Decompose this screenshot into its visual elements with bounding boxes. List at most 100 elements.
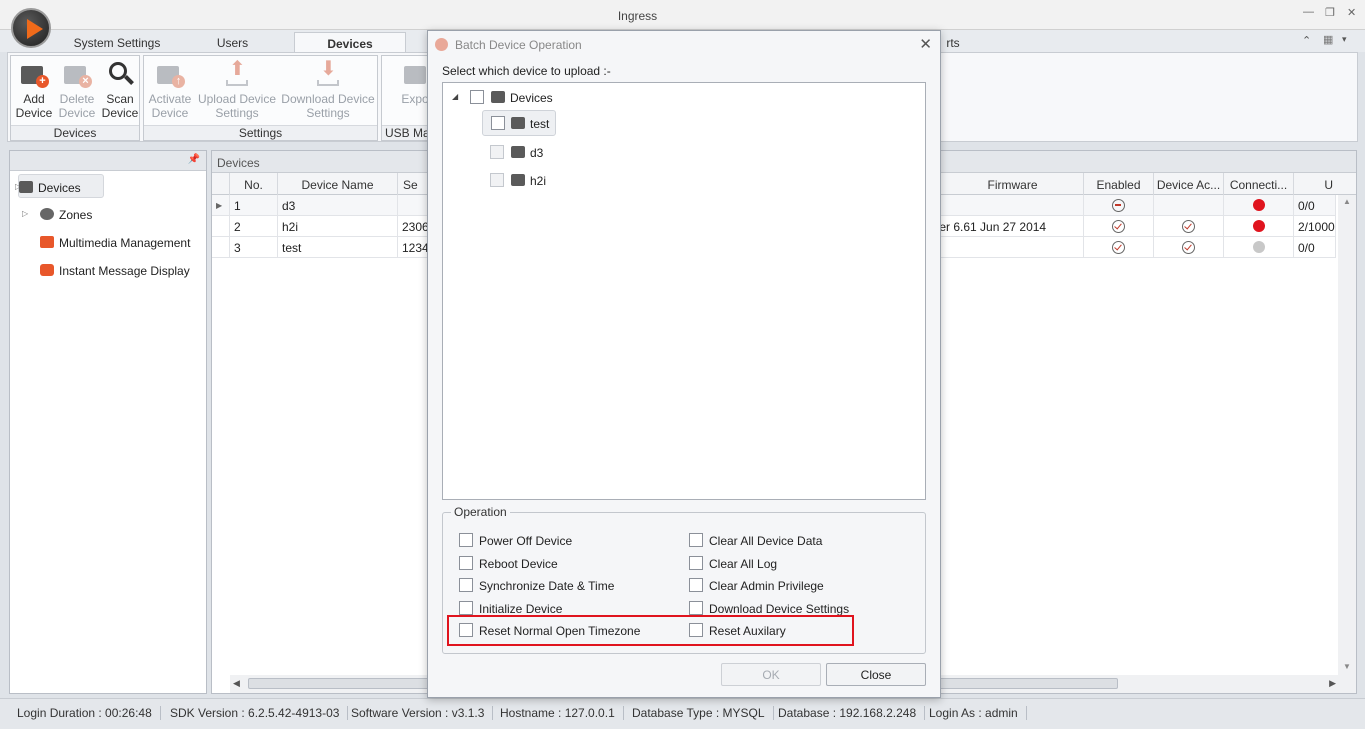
- download-device-settings-button[interactable]: ⬇ Download Device Settings: [280, 58, 376, 120]
- layout-icon[interactable]: ▦: [1323, 33, 1333, 46]
- tree-node-d3[interactable]: d3: [530, 146, 543, 160]
- close-window-icon[interactable]: ✕: [1347, 6, 1356, 19]
- check-icon: [1112, 241, 1125, 254]
- restore-icon[interactable]: ❐: [1325, 6, 1335, 19]
- batch-device-operation-dialog: Batch Device Operation ✕ Select which de…: [427, 30, 941, 698]
- device-icon: [404, 66, 426, 84]
- column-header-enabled[interactable]: Enabled: [1084, 173, 1154, 195]
- check-icon: [1182, 220, 1195, 233]
- tree-node-test[interactable]: test: [482, 110, 556, 136]
- download-icon: ⬇: [320, 58, 337, 80]
- checkbox[interactable]: [689, 601, 703, 615]
- d3-device-checkbox[interactable]: [490, 145, 504, 159]
- options-chevron-icon[interactable]: ▾: [1342, 34, 1347, 45]
- checkbox[interactable]: [689, 556, 703, 570]
- device-icon: [19, 181, 33, 193]
- status-hostname: Hostname : 127.0.0.1: [492, 706, 624, 720]
- column-header-usage[interactable]: U: [1294, 173, 1336, 195]
- highlight-box: [447, 615, 854, 646]
- test-device-checkbox[interactable]: [491, 116, 505, 130]
- h2i-device-checkbox[interactable]: [490, 173, 504, 187]
- checkbox[interactable]: [689, 578, 703, 592]
- operation-label: Operation: [451, 505, 510, 519]
- check-icon: [1112, 220, 1125, 233]
- ribbon-group-label: Devices: [11, 125, 139, 140]
- checkbox[interactable]: [459, 578, 473, 592]
- device-icon: [491, 91, 505, 103]
- device-icon: [511, 174, 525, 186]
- tab-users[interactable]: Users: [195, 32, 270, 54]
- scroll-up-icon[interactable]: ▲: [1343, 197, 1351, 206]
- vertical-scrollbar[interactable]: ▲ ▼: [1338, 195, 1356, 693]
- column-header-no[interactable]: No.: [230, 173, 278, 195]
- row-indicator-icon: ▶: [212, 195, 230, 216]
- tab-devices[interactable]: Devices: [294, 32, 406, 54]
- column-header-serial[interactable]: Se: [398, 173, 428, 195]
- device-icon: [511, 117, 525, 129]
- dialog-title-bar: Batch Device Operation ✕: [428, 31, 940, 57]
- status-bar: Login Duration : 00:26:48 SDK Version : …: [0, 698, 1365, 729]
- upload-icon: ⬆: [229, 58, 246, 80]
- dialog-prompt: Select which device to upload :-: [442, 64, 611, 78]
- tree-node-h2i[interactable]: h2i: [530, 174, 546, 188]
- close-icon[interactable]: ✕: [919, 35, 932, 53]
- column-header-device-access[interactable]: Device Ac...: [1154, 173, 1224, 195]
- status-offline-icon: [1252, 220, 1265, 232]
- ribbon-group-label: USB Ma: [382, 125, 430, 140]
- add-icon: +: [36, 75, 49, 88]
- status-database: Database : 192.168.2.248: [770, 706, 926, 720]
- app-title: Ingress: [617, 9, 658, 23]
- checkbox[interactable]: [459, 601, 473, 615]
- ribbon-group-devices: + Add Device × Delete Device Scan Device De…: [10, 55, 140, 141]
- checkbox[interactable]: [459, 556, 473, 570]
- scroll-left-icon[interactable]: ◀: [233, 678, 240, 689]
- add-device-button[interactable]: + Add Device: [14, 60, 54, 120]
- message-icon: [40, 264, 54, 276]
- pin-icon[interactable]: 📌: [188, 154, 200, 165]
- checkbox[interactable]: [459, 533, 473, 547]
- column-header-connection[interactable]: Connecti...: [1224, 173, 1294, 195]
- devices-root-checkbox[interactable]: [470, 90, 484, 104]
- title-bar: Ingress — ❐ ✕: [0, 0, 1365, 30]
- status-database-type: Database Type : MYSQL: [624, 706, 774, 720]
- activate-icon: ↑: [172, 75, 185, 88]
- scroll-down-icon[interactable]: ▼: [1343, 662, 1351, 671]
- check-icon: [1182, 241, 1195, 254]
- status-offline-icon: [1252, 199, 1265, 211]
- collapse-ribbon-icon[interactable]: ⌃: [1302, 34, 1311, 47]
- device-tree: ◢ Devices test d3 h2i: [442, 82, 926, 500]
- tree-root-label: Devices: [510, 91, 553, 105]
- ribbon-group-settings: ↑ Activate Device ⬆ Upload Device Settings…: [143, 55, 378, 141]
- export-button[interactable]: Expor: [397, 60, 430, 106]
- column-header-device-name[interactable]: Device Name: [278, 173, 398, 195]
- nav-item-devices[interactable]: ▷ Devices: [15, 174, 104, 198]
- status-unknown-icon: [1252, 241, 1265, 253]
- status-software-version: Software Version : v3.1.3: [343, 706, 494, 720]
- scan-device-button[interactable]: Scan Device: [100, 60, 140, 120]
- upload-device-settings-button[interactable]: ⬆ Upload Device Settings: [197, 58, 277, 120]
- ribbon-group-usb: Expor USB Ma: [381, 55, 431, 141]
- activate-device-button[interactable]: ↑ Activate Device: [147, 60, 193, 120]
- device-icon: [511, 146, 525, 158]
- scroll-right-icon[interactable]: ▶: [1329, 678, 1336, 689]
- app-icon: [435, 38, 448, 51]
- film-icon: [40, 236, 54, 248]
- minimize-icon[interactable]: —: [1303, 6, 1314, 18]
- checkbox[interactable]: [689, 533, 703, 547]
- dialog-title: Batch Device Operation: [455, 38, 582, 52]
- ok-button[interactable]: OK: [721, 663, 821, 686]
- globe-icon: [40, 208, 54, 220]
- close-button[interactable]: Close: [826, 663, 926, 686]
- tab-system-settings[interactable]: System Settings: [62, 32, 172, 54]
- column-header-firmware[interactable]: Firmware: [942, 173, 1084, 195]
- tab-reports[interactable]: rts: [938, 32, 968, 54]
- ribbon-group-label: Settings: [144, 125, 377, 140]
- panel-header: 📌: [10, 151, 206, 171]
- app-menu-button[interactable]: [11, 8, 51, 48]
- status-login-duration: Login Duration : 00:26:48: [9, 706, 161, 720]
- collapse-icon[interactable]: ◢: [452, 92, 458, 101]
- play-icon: [27, 19, 43, 39]
- expand-icon[interactable]: ▷: [22, 209, 28, 218]
- disabled-icon: [1112, 199, 1125, 212]
- delete-device-button[interactable]: × Delete Device: [56, 60, 98, 120]
